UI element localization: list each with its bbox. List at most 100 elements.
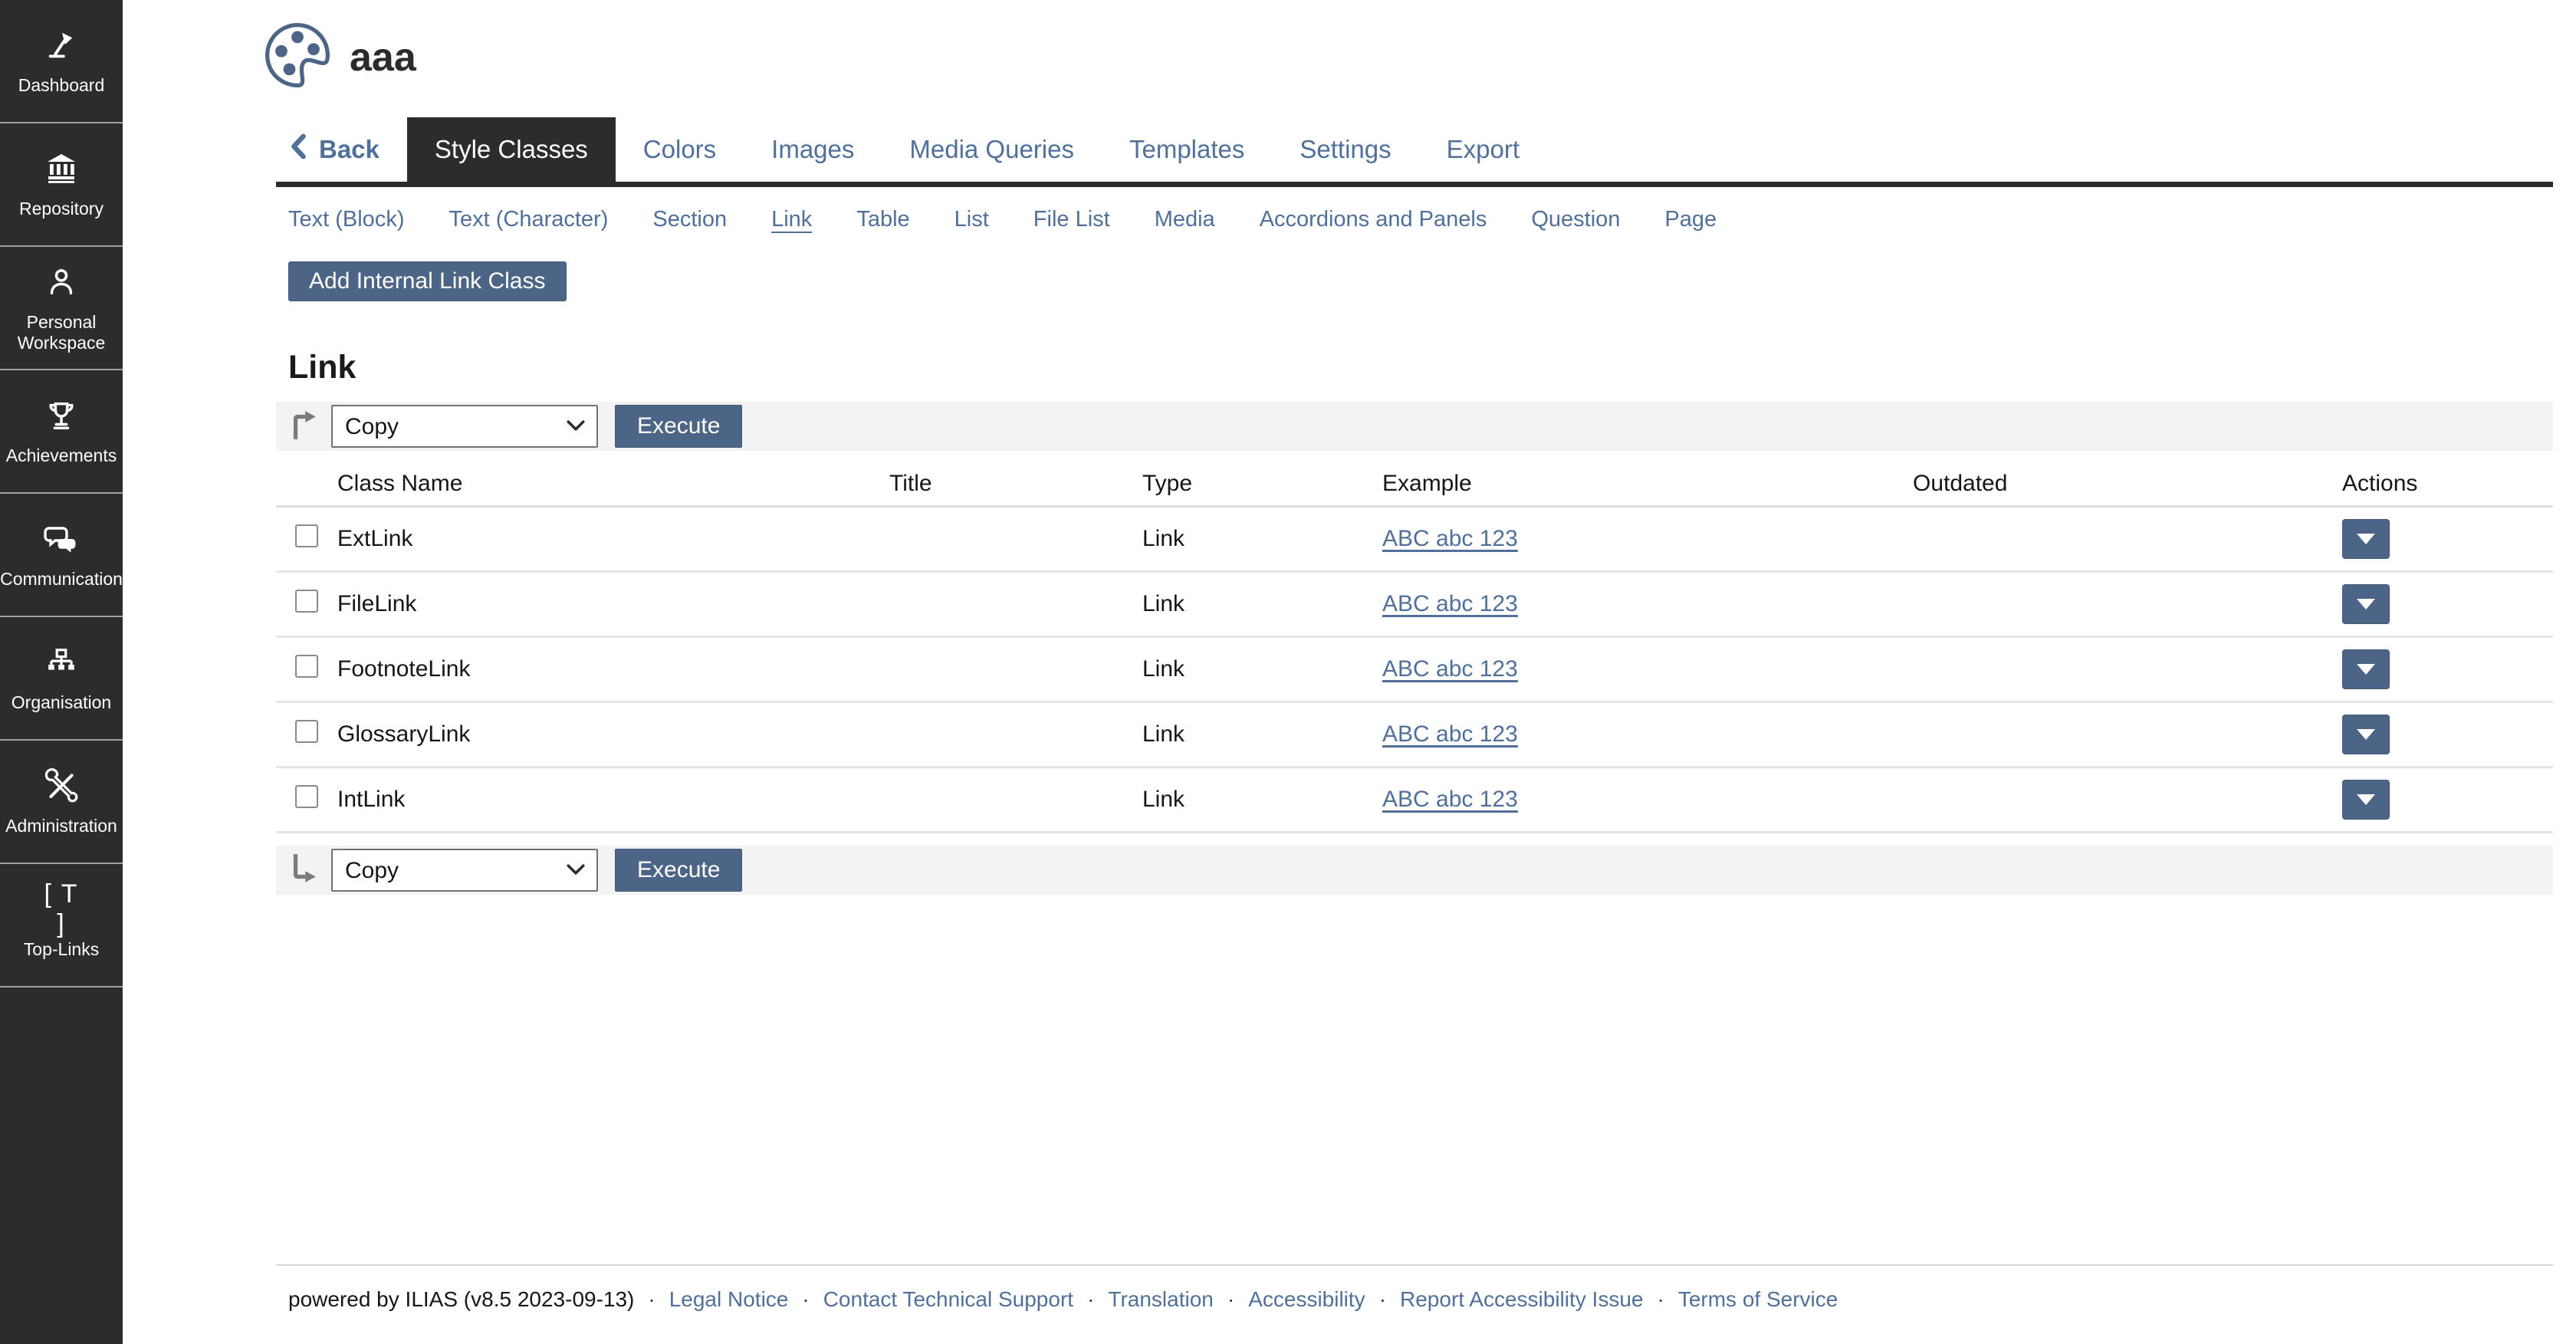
example-link[interactable]: ABC abc 123 (1382, 656, 1518, 682)
table-row: IntLink Link ABC abc 123 (276, 768, 2553, 833)
person-icon (42, 263, 80, 301)
column-header-actions: Actions (2342, 471, 2553, 497)
tab-bar: Back Style Classes Colors Images Media Q… (288, 117, 2553, 182)
row-select-checkbox[interactable] (295, 590, 318, 613)
bulk-action-select[interactable]: Copy (331, 849, 598, 892)
class-name-cell: ExtLink (337, 526, 889, 552)
top-links-icon: [ T ] (42, 890, 80, 928)
footer-link-terms-of-service[interactable]: Terms of Service (1678, 1287, 1838, 1312)
subtab-link[interactable]: Link (771, 207, 812, 232)
dashboard-lamp-icon (42, 26, 80, 64)
section-heading: Link (288, 349, 2553, 386)
sidebar-item-label: Achievements (2, 445, 121, 465)
execute-button[interactable]: Execute (615, 849, 742, 892)
subtab-table[interactable]: Table (856, 207, 909, 232)
caret-down-icon (2357, 664, 2375, 675)
sidebar-item-top-links[interactable]: [ T ] Top-Links (0, 864, 123, 987)
bulk-action-select-wrap: Copy (331, 405, 598, 448)
type-cell: Link (1142, 656, 1382, 682)
sidebar-item-personal-workspace[interactable]: Personal Workspace (0, 247, 123, 370)
chevron-left-icon (288, 133, 308, 166)
subtab-media[interactable]: Media (1155, 207, 1215, 232)
powered-by-text: powered by ILIAS (v8.5 2023-09-13) (288, 1287, 634, 1312)
row-actions-dropdown-button[interactable] (2342, 649, 2390, 689)
caret-down-icon (2357, 794, 2375, 805)
sidebar-item-administration[interactable]: Administration (0, 741, 123, 864)
bulk-action-select[interactable]: Copy (331, 405, 598, 448)
class-name-cell: FileLink (337, 591, 889, 617)
table-row: FootnoteLink Link ABC abc 123 (276, 638, 2553, 703)
footer-link-accessibility[interactable]: Accessibility (1248, 1287, 1365, 1312)
bulk-action-select-wrap: Copy (331, 849, 598, 892)
row-actions-dropdown-button[interactable] (2342, 584, 2390, 624)
tab-images[interactable]: Images (744, 117, 882, 182)
sidebar-item-dashboard[interactable]: Dashboard (0, 0, 123, 123)
row-actions-dropdown-button[interactable] (2342, 780, 2390, 820)
table-row: FileLink Link ABC abc 123 (276, 573, 2553, 638)
subtab-page[interactable]: Page (1664, 207, 1717, 232)
subtab-bar: Text (Block) Text (Character) Section Li… (288, 207, 2553, 232)
example-link[interactable]: ABC abc 123 (1382, 721, 1518, 747)
subtab-list[interactable]: List (955, 207, 989, 232)
bulk-action-bar-top: Copy Execute (276, 402, 2553, 451)
trophy-icon (42, 396, 80, 435)
sidebar-item-label: Administration (1, 816, 122, 836)
subtab-accordions-and-panels[interactable]: Accordions and Panels (1260, 207, 1487, 232)
row-select-checkbox[interactable] (295, 524, 318, 547)
tab-style-classes[interactable]: Style Classes (407, 117, 616, 182)
sidebar-item-achievements[interactable]: Achievements (0, 370, 123, 494)
page-footer: powered by ILIAS (v8.5 2023-09-13) · Leg… (276, 1264, 2553, 1344)
sidebar-item-communication[interactable]: Communication (0, 494, 123, 617)
sidebar-filler (0, 987, 123, 1344)
class-name-cell: IntLink (337, 787, 889, 813)
tab-settings[interactable]: Settings (1272, 117, 1418, 182)
footer-link-legal-notice[interactable]: Legal Notice (669, 1287, 789, 1312)
footer-link-translation[interactable]: Translation (1108, 1287, 1213, 1312)
row-actions-dropdown-button[interactable] (2342, 715, 2390, 754)
apply-down-arrow-icon (287, 853, 319, 889)
caret-down-icon (2357, 534, 2375, 544)
bulk-action-bar-bottom: Copy Execute (276, 846, 2553, 895)
apply-up-arrow-icon (287, 409, 319, 445)
type-cell: Link (1142, 721, 1382, 748)
class-name-cell: FootnoteLink (337, 656, 889, 682)
sidebar-item-label: Top-Links (19, 939, 104, 959)
table-row: GlossaryLink Link ABC abc 123 (276, 703, 2553, 768)
subtab-text-block[interactable]: Text (Block) (288, 207, 404, 232)
add-internal-link-class-button[interactable]: Add Internal Link Class (288, 261, 567, 301)
example-link[interactable]: ABC abc 123 (1382, 591, 1518, 616)
tab-export[interactable]: Export (1419, 117, 1547, 182)
column-header-example: Example (1382, 471, 1913, 497)
column-header-outdated: Outdated (1913, 471, 2342, 497)
main-content: aaa Back Style Classes Colors Images Med… (123, 0, 2576, 1344)
style-palette-logo-icon (265, 23, 330, 91)
example-link[interactable]: ABC abc 123 (1382, 526, 1518, 551)
subtab-section[interactable]: Section (652, 207, 727, 232)
example-link[interactable]: ABC abc 123 (1382, 787, 1518, 812)
main-sidebar: Dashboard Repository Personal Workspace … (0, 0, 123, 1344)
subtab-text-character[interactable]: Text (Character) (449, 207, 608, 232)
sidebar-item-organisation[interactable]: Organisation (0, 617, 123, 741)
subtab-question[interactable]: Question (1531, 207, 1620, 232)
footer-link-report-accessibility-issue[interactable]: Report Accessibility Issue (1400, 1287, 1643, 1312)
footer-link-contact-technical-support[interactable]: Contact Technical Support (823, 1287, 1073, 1312)
back-button[interactable]: Back (288, 117, 407, 182)
row-select-checkbox[interactable] (295, 785, 318, 808)
tab-media-queries[interactable]: Media Queries (882, 117, 1102, 182)
type-cell: Link (1142, 526, 1382, 552)
tab-colors[interactable]: Colors (616, 117, 744, 182)
repository-bank-icon (42, 150, 80, 188)
tab-templates[interactable]: Templates (1102, 117, 1272, 182)
sidebar-item-label: Dashboard (14, 75, 110, 95)
subtab-file-list[interactable]: File List (1033, 207, 1110, 232)
execute-button[interactable]: Execute (615, 405, 742, 448)
row-actions-dropdown-button[interactable] (2342, 519, 2390, 559)
column-header-title: Title (889, 471, 1142, 497)
column-header-type: Type (1142, 471, 1382, 497)
row-select-checkbox[interactable] (295, 720, 318, 743)
page-title: aaa (350, 35, 416, 81)
row-select-checkbox[interactable] (295, 655, 318, 678)
page-header: aaa (265, 23, 2553, 91)
type-cell: Link (1142, 787, 1382, 813)
sidebar-item-repository[interactable]: Repository (0, 123, 123, 247)
